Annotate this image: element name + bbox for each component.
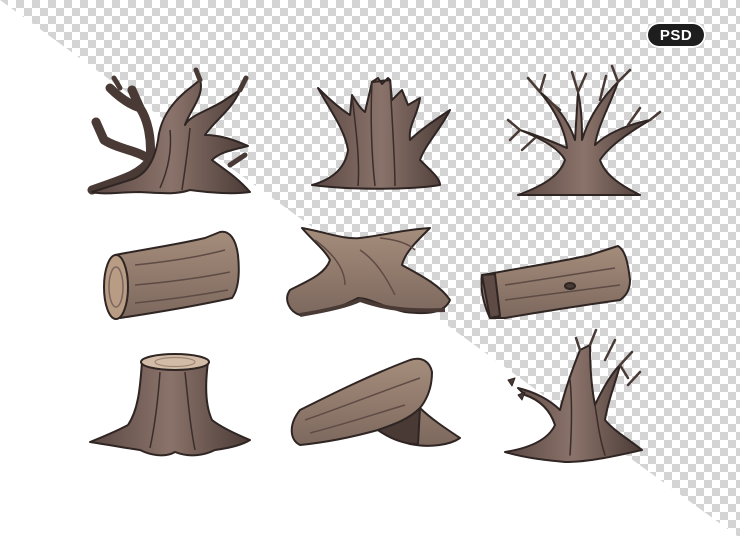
- psd-format-badge: PSD: [646, 22, 706, 48]
- cut-tree-stump-icon: [89, 353, 251, 457]
- split-driftwood-icon: [290, 357, 461, 447]
- asset-canvas: [0, 0, 740, 538]
- log-icon: [103, 230, 240, 320]
